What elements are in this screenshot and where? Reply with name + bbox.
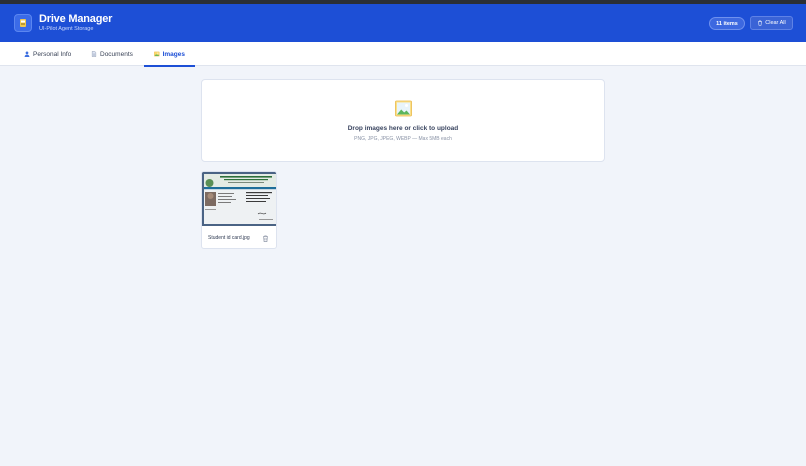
app-header: Drive Manager UI-Pilot Agent Storage 11 … (0, 4, 806, 42)
tab-bar: Personal Info Documents Images (0, 42, 806, 67)
item-count-badge: 11 items (709, 17, 745, 30)
clear-all-button[interactable]: Clear All (750, 16, 793, 30)
dropzone-hint: PNG, JPG, JPEG, WEBP — Max 5MB each (354, 136, 452, 142)
image-icon (154, 51, 160, 57)
image-upload-dropzone[interactable]: Drop images here or click to upload PNG,… (201, 79, 605, 162)
app-title: Drive Manager (39, 13, 113, 25)
dropzone-title: Drop images here or click to upload (347, 125, 459, 132)
document-icon (91, 51, 97, 57)
app-subtitle: UI-Pilot Agent Storage (39, 26, 94, 32)
tab-images[interactable]: Images (144, 42, 195, 67)
image-upload-icon (395, 100, 412, 117)
tab-personal-info-label: Personal Info (33, 50, 72, 58)
image-thumbnail (202, 172, 276, 226)
user-icon (24, 51, 30, 57)
tab-documents-label: Documents (100, 50, 133, 58)
drive-icon (20, 19, 26, 27)
tab-documents[interactable]: Documents (91, 42, 133, 66)
trash-icon (262, 235, 268, 242)
image-file-card[interactable]: Student id card.jpg (201, 171, 277, 249)
clear-all-label: Clear All (765, 20, 786, 26)
delete-file-button[interactable] (261, 234, 269, 242)
app-logo (14, 14, 32, 32)
file-name: Student id card.jpg (208, 235, 250, 241)
trash-icon (758, 20, 763, 26)
tab-images-label: Images (162, 50, 185, 58)
tab-personal-info[interactable]: Personal Info (24, 42, 71, 66)
